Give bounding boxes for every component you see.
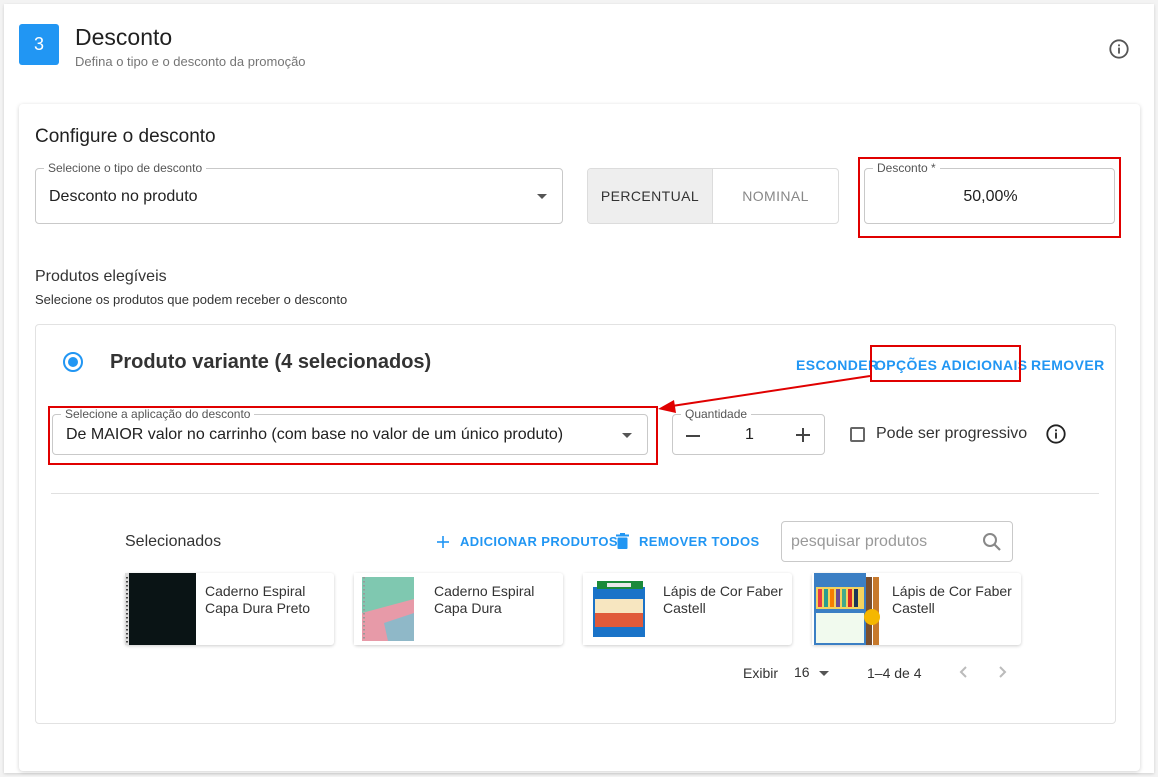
chevron-down-icon <box>537 194 547 199</box>
selected-label: Selecionados <box>125 533 222 550</box>
plus-icon[interactable] <box>795 427 811 443</box>
eligible-products-subtitle: Selecione os produtos que podem receber … <box>35 292 348 307</box>
plus-icon[interactable] <box>437 536 449 548</box>
product-thumbnail <box>812 573 883 645</box>
product-card[interactable]: Caderno Espiral Capa Dura <box>354 573 563 645</box>
remove-link[interactable]: REMOVER <box>1031 357 1105 373</box>
highlight-box-options <box>870 345 1021 382</box>
step-number-badge: 3 <box>19 24 59 65</box>
trash-icon[interactable] <box>616 533 629 549</box>
show-label: Exibir <box>743 665 779 681</box>
page-title: Desconto <box>75 24 173 50</box>
add-products-button[interactable]: ADICIONAR PRODUTOS <box>460 534 618 549</box>
info-icon[interactable] <box>1045 423 1067 445</box>
search-icon[interactable] <box>982 532 1002 552</box>
search-products-input[interactable]: pesquisar produtos <box>781 521 1013 562</box>
discount-step-panel: 3 Desconto Defina o tipo e o desconto da… <box>4 4 1154 773</box>
product-thumbnail <box>583 573 654 645</box>
product-name: Lápis de Cor Faber Castell <box>892 583 1012 616</box>
product-card[interactable]: Lápis de Cor Faber Castell <box>812 573 1021 645</box>
hide-link[interactable]: ESCONDER <box>796 357 879 373</box>
eligible-products-title: Produtos elegíveis <box>35 268 167 285</box>
chevron-down-icon[interactable] <box>819 671 829 676</box>
product-name: Caderno Espiral Capa Dura <box>434 583 535 616</box>
configure-title: Configure o desconto <box>35 126 216 147</box>
discount-type-select[interactable]: Selecione o tipo de desconto Desconto no… <box>35 161 563 224</box>
discount-type-value: Desconto no produto <box>49 188 198 205</box>
toggle-nominal[interactable]: NOMINAL <box>713 169 838 223</box>
discount-type-label: Selecione o tipo de desconto <box>44 161 207 175</box>
variant-radio[interactable] <box>63 352 83 372</box>
quantity-label: Quantidade <box>681 407 752 421</box>
chevron-right-icon[interactable] <box>995 665 1009 679</box>
product-card[interactable]: Caderno Espiral Capa Dura Preto <box>125 573 334 645</box>
per-page-select[interactable]: 16 <box>794 664 810 680</box>
search-placeholder: pesquisar produtos <box>791 533 928 550</box>
discount-mode-toggle: PERCENTUAL NOMINAL <box>587 168 839 224</box>
quantity-stepper[interactable]: Quantidade 1 <box>672 407 825 455</box>
highlight-box-discount <box>858 157 1121 238</box>
remove-all-button[interactable]: REMOVER TODOS <box>639 534 760 549</box>
toggle-percentual[interactable]: PERCENTUAL <box>588 169 713 223</box>
progressive-label: Pode ser progressivo <box>876 425 1028 442</box>
variant-product-box: Produto variante (4 selecionados) ESCOND… <box>35 324 1116 724</box>
pagination-range: 1–4 de 4 <box>867 665 922 681</box>
product-thumbnail <box>125 573 196 645</box>
highlight-box-application <box>48 406 658 465</box>
variant-title: Produto variante (4 selecionados) <box>110 351 432 373</box>
divider <box>51 493 1099 494</box>
configure-discount-card: Configure o desconto Selecione o tipo de… <box>19 104 1140 771</box>
progressive-checkbox[interactable] <box>850 427 865 442</box>
product-name: Caderno Espiral Capa Dura Preto <box>205 583 311 616</box>
info-icon[interactable] <box>1108 38 1130 60</box>
product-card[interactable]: Lápis de Cor Faber Castell <box>583 573 792 645</box>
page-subtitle: Defina o tipo e o desconto da promoção <box>75 54 306 69</box>
product-name: Lápis de Cor Faber Castell <box>663 583 783 616</box>
chevron-left-icon[interactable] <box>957 665 971 679</box>
product-thumbnail <box>354 573 425 645</box>
